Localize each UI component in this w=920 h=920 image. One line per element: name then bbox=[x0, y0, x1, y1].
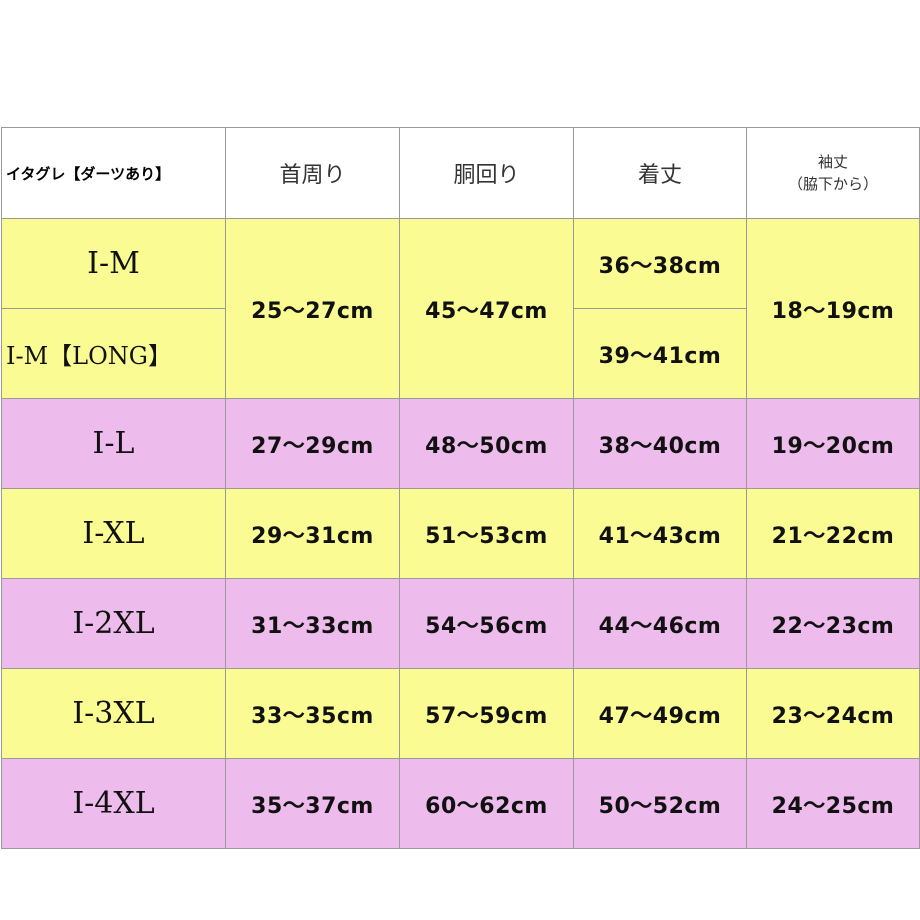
neck-header: 首周り bbox=[225, 127, 400, 219]
length-cell: 44〜46cm bbox=[573, 578, 747, 669]
size-cell: I-XL bbox=[1, 488, 226, 579]
table-row: I-XL 29〜31cm 51〜53cm 41〜43cm 21〜22cm bbox=[1, 488, 920, 579]
size-cell: I-3XL bbox=[1, 668, 226, 759]
table-row: I-4XL 35〜37cm 60〜62cm 50〜52cm 24〜25cm bbox=[1, 758, 920, 849]
sleeve-cell: 22〜23cm bbox=[746, 578, 920, 669]
length-cell: 41〜43cm bbox=[573, 488, 747, 579]
chest-cell: 57〜59cm bbox=[399, 668, 574, 759]
size-cell: I-L bbox=[1, 398, 226, 489]
chest-cell: 45〜47cm bbox=[399, 218, 574, 399]
header-row: イタグレ【ダーツあり】 首周り 胴回り 着丈 袖丈 （脇下から） bbox=[1, 127, 920, 219]
length-cell: 50〜52cm bbox=[573, 758, 747, 849]
size-chart: イタグレ【ダーツあり】 首周り 胴回り 着丈 袖丈 （脇下から） I-M 25〜… bbox=[0, 127, 920, 849]
sleeve-cell: 18〜19cm bbox=[746, 218, 920, 399]
sleeve-header: 袖丈 （脇下から） bbox=[746, 127, 920, 219]
sleeve-header-line2: （脇下から） bbox=[787, 175, 878, 193]
sleeve-cell: 24〜25cm bbox=[746, 758, 920, 849]
size-table: イタグレ【ダーツあり】 首周り 胴回り 着丈 袖丈 （脇下から） I-M 25〜… bbox=[1, 127, 920, 849]
sleeve-header-line1: 袖丈 bbox=[817, 153, 848, 171]
size-cell: I-2XL bbox=[1, 578, 226, 669]
length-header: 着丈 bbox=[573, 127, 747, 219]
table-row: I-2XL 31〜33cm 54〜56cm 44〜46cm 22〜23cm bbox=[1, 578, 920, 669]
neck-cell: 35〜37cm bbox=[225, 758, 400, 849]
table-row: I-3XL 33〜35cm 57〜59cm 47〜49cm 23〜24cm bbox=[1, 668, 920, 759]
chest-cell: 48〜50cm bbox=[399, 398, 574, 489]
table-row: I-L 27〜29cm 48〜50cm 38〜40cm 19〜20cm bbox=[1, 398, 920, 489]
size-cell: I-M bbox=[1, 218, 226, 309]
length-cell: 38〜40cm bbox=[573, 398, 747, 489]
neck-cell: 27〜29cm bbox=[225, 398, 400, 489]
neck-cell: 33〜35cm bbox=[225, 668, 400, 759]
sleeve-cell: 19〜20cm bbox=[746, 398, 920, 489]
chest-header: 胴回り bbox=[399, 127, 574, 219]
chest-cell: 60〜62cm bbox=[399, 758, 574, 849]
table-title: イタグレ【ダーツあり】 bbox=[1, 127, 226, 219]
table-row: I-M 25〜27cm 45〜47cm 36〜38cm 18〜19cm bbox=[1, 218, 920, 399]
chest-cell: 54〜56cm bbox=[399, 578, 574, 669]
length-cell: 36〜38cm bbox=[573, 218, 747, 309]
neck-cell: 29〜31cm bbox=[225, 488, 400, 579]
neck-cell: 31〜33cm bbox=[225, 578, 400, 669]
size-cell: I-M【LONG】 bbox=[1, 308, 226, 399]
chest-cell: 51〜53cm bbox=[399, 488, 574, 579]
sleeve-cell: 21〜22cm bbox=[746, 488, 920, 579]
length-cell: 39〜41cm bbox=[573, 308, 747, 399]
length-cell: 47〜49cm bbox=[573, 668, 747, 759]
size-cell: I-4XL bbox=[1, 758, 226, 849]
sleeve-cell: 23〜24cm bbox=[746, 668, 920, 759]
neck-cell: 25〜27cm bbox=[225, 218, 400, 399]
